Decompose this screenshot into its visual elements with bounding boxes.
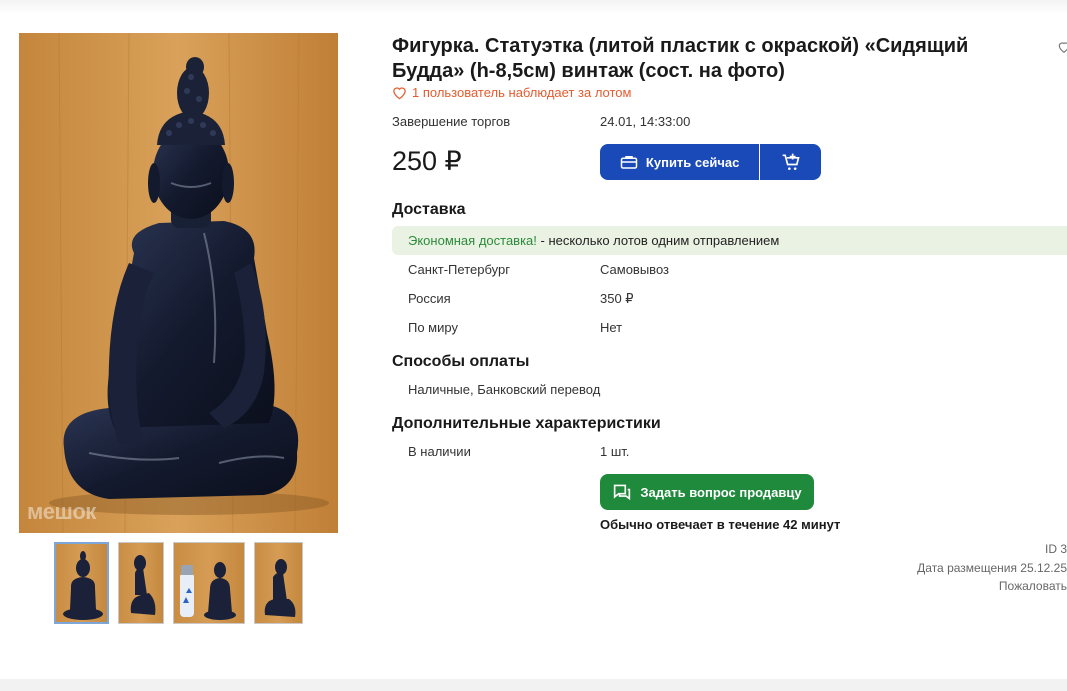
payment-title: Способы оплаты (392, 353, 530, 370)
thumbnail-1[interactable] (54, 542, 109, 624)
buy-now-label: Купить сейчас (645, 154, 740, 170)
ask-seller-label: Задать вопрос продавцу (640, 484, 802, 500)
watchers-count[interactable]: 1 пользователь наблюдает за лотом (392, 85, 631, 100)
auction-end-label: Завершение торгов (392, 114, 511, 129)
thumbnail-image (63, 551, 103, 620)
chat-icon (614, 484, 631, 501)
economy-delivery-banner: Экономная доставка! - несколько лотов од… (392, 226, 1067, 255)
thumbnail-4[interactable] (254, 542, 303, 624)
watermark-logo: мешок (27, 499, 96, 524)
ask-seller-button[interactable]: Задать вопрос продавцу (600, 474, 814, 510)
delivery-region: Россия (408, 291, 451, 306)
bottom-strip (0, 679, 1067, 691)
delivery-value: Самовывоз (600, 262, 669, 277)
heart-icon[interactable] (1057, 40, 1067, 54)
thumbnail-image (130, 555, 156, 615)
lot-id: ID 3 (1044, 542, 1067, 556)
thumbnail-image (180, 562, 236, 620)
main-photo[interactable]: мешок (19, 33, 338, 533)
thumbnail-3[interactable] (173, 542, 245, 624)
buddha-figurine-image (19, 33, 338, 533)
payment-methods: Наличные, Банковский перевод (408, 382, 601, 397)
report-link[interactable]: Пожаловать (999, 579, 1067, 593)
seller-reply-time: Обычно отвечает в течение 42 минут (600, 517, 841, 532)
thumbnail-2[interactable] (118, 542, 164, 624)
delivery-value: 350 ₽ (600, 291, 634, 306)
briefcase-icon (620, 156, 638, 169)
watchers-text: 1 пользователь наблюдает за лотом (412, 85, 632, 100)
thumbnail-image (264, 559, 296, 617)
buy-button-group: Купить сейчас (600, 144, 821, 180)
economy-delivery-text: - несколько лотов одним отправлением (536, 233, 780, 248)
economy-delivery-link[interactable]: Экономная доставка! (408, 233, 537, 248)
delivery-title: Доставка (392, 201, 466, 218)
characteristics-title: Дополнительные характеристики (392, 415, 661, 432)
cart-plus-icon (782, 153, 800, 170)
delivery-region: По миру (408, 320, 458, 335)
stock-label: В наличии (408, 444, 471, 459)
delivery-value: Нет (600, 320, 623, 335)
stock-value: 1 шт. (600, 444, 630, 459)
lot-title: Фигурка. Статуэтка (литой пластик с окра… (392, 35, 969, 82)
add-to-cart-button[interactable] (760, 144, 821, 180)
auction-end-value: 24.01, 14:33:00 (600, 114, 691, 129)
price: 250 ₽ (392, 146, 462, 176)
top-strip (0, 0, 1067, 14)
buy-now-button[interactable]: Купить сейчас (600, 144, 760, 180)
heart-icon (393, 86, 406, 99)
delivery-region: Санкт-Петербург (408, 262, 510, 277)
posted-date: Дата размещения 25.12.25 (917, 561, 1067, 575)
